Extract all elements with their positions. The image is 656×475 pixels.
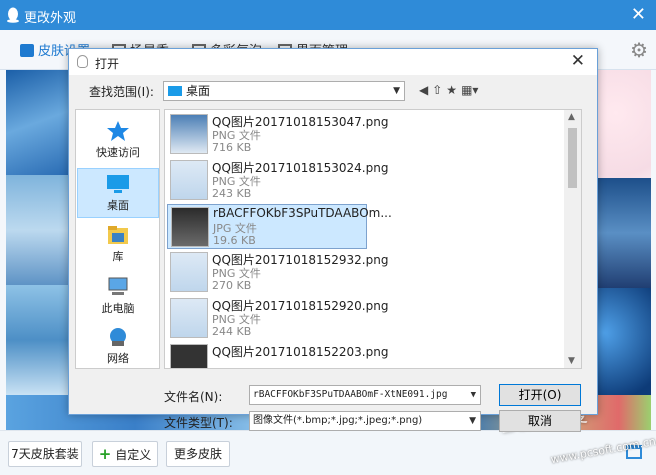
dialog-title: 打开	[95, 57, 120, 71]
look-in-select[interactable]: 桌面 ▼	[163, 81, 405, 101]
skin-suite-button[interactable]: 7天皮肤套装	[8, 441, 82, 467]
dialog-close-icon[interactable]: ✕	[571, 51, 585, 71]
file-thumbnail	[171, 207, 209, 247]
more-skins-button[interactable]: 更多皮肤	[166, 441, 230, 467]
file-thumbnail	[170, 344, 208, 368]
filetype-value: 图像文件(*.bmp;*.jpg;*.jpeg;*.png)	[253, 415, 423, 426]
skin-thumbnail[interactable]	[6, 70, 68, 175]
file-thumbnail	[170, 252, 208, 292]
view-menu-icon[interactable]: ▦▾	[461, 83, 478, 97]
place-this-pc[interactable]: 此电脑	[77, 272, 159, 322]
network-icon	[110, 328, 126, 346]
place-label: 此电脑	[101, 302, 135, 315]
look-in-label: 查找范围(I):	[89, 85, 154, 99]
place-label: 桌面	[107, 199, 129, 212]
chevron-down-icon: ▼	[393, 86, 400, 96]
place-label: 网络	[107, 352, 129, 365]
filename-value: rBACFFOKbF3SPuTDAABOmF-XtNE091.jpg	[253, 389, 448, 400]
file-thumbnail	[170, 114, 208, 154]
chevron-down-icon: ▼	[469, 416, 476, 426]
cancel-button[interactable]: 取消	[499, 410, 581, 432]
places-bar: 快速访问 桌面 库 此电脑 网络	[75, 109, 160, 369]
place-desktop[interactable]: 桌面	[77, 168, 159, 218]
file-thumbnail	[170, 298, 208, 338]
file-size: 244 KB	[212, 325, 252, 338]
scroll-up-icon[interactable]: ▲	[568, 112, 575, 122]
dialog-titlebar: 打开 ✕	[69, 49, 597, 75]
dialog-toolbar: ◀ ⇧ ★ ▦▾	[419, 83, 482, 97]
filetype-label: 文件类型(T):	[164, 416, 233, 430]
place-library[interactable]: 库	[77, 220, 159, 270]
up-folder-icon[interactable]: ⇧	[432, 83, 442, 97]
place-label: 库	[112, 250, 124, 263]
shirt-icon	[20, 44, 34, 57]
file-name: QQ图片20171018152203.png	[212, 345, 389, 359]
open-file-dialog: 打开 ✕ 查找范围(I): 桌面 ▼ ◀ ⇧ ★ ▦▾ 快速访问 桌面 库 此电…	[68, 48, 598, 432]
look-in-value: 桌面	[186, 84, 211, 98]
close-icon[interactable]: ✕	[631, 4, 646, 25]
file-thumbnail	[170, 160, 208, 200]
back-icon[interactable]: ◀	[419, 83, 428, 97]
gear-icon[interactable]: ⚙	[630, 38, 648, 62]
skin-thumbnail[interactable]	[6, 175, 68, 285]
file-list: QQ图片20171018153047.png PNG 文件 716 KB QQ图…	[164, 109, 582, 369]
file-item[interactable]: QQ图片20171018152203.png	[167, 342, 388, 368]
file-item[interactable]: QQ图片20171018153024.png PNG 文件 243 KB	[167, 158, 388, 203]
qq-penguin-icon	[77, 55, 88, 68]
scrollbar-thumb[interactable]	[568, 128, 577, 188]
file-item[interactable]: QQ图片20171018152920.png PNG 文件 244 KB	[167, 296, 388, 341]
skin-window-titlebar: 更改外观 ✕	[0, 0, 656, 30]
skin-thumbnail[interactable]	[6, 285, 68, 395]
new-folder-icon[interactable]: ★	[446, 83, 457, 97]
dialog-body: 查找范围(I): 桌面 ▼ ◀ ⇧ ★ ▦▾ 快速访问 桌面 库 此电脑 网络 …	[69, 75, 597, 432]
file-item-selected[interactable]: rBACFFOKbF3SPuTDAABOm... JPG 文件 19.6 KB	[167, 204, 392, 249]
file-name: rBACFFOKbF3SPuTDAABOm...	[213, 206, 392, 220]
computer-icon	[108, 277, 128, 295]
desktop-folder-icon	[168, 86, 182, 96]
file-size: 19.6 KB	[213, 234, 256, 247]
qq-logo-icon	[7, 7, 19, 23]
file-item[interactable]: QQ图片20171018153047.png PNG 文件 716 KB	[167, 112, 388, 157]
place-label: 快速访问	[96, 146, 140, 159]
library-icon	[108, 226, 128, 244]
file-size: 270 KB	[212, 279, 252, 292]
filename-label: 文件名(N):	[164, 390, 223, 404]
star-icon	[107, 121, 129, 141]
custom-skin-button[interactable]: + 自定义	[92, 441, 158, 467]
file-size: 716 KB	[212, 141, 252, 154]
scroll-down-icon[interactable]: ▼	[568, 356, 575, 366]
skin-window-title: 更改外观	[24, 11, 77, 26]
file-list-scrollbar[interactable]: ▲ ▼	[564, 110, 581, 368]
place-network[interactable]: 网络	[77, 322, 159, 372]
file-size: 243 KB	[212, 187, 252, 200]
place-quick-access[interactable]: 快速访问	[77, 116, 159, 166]
filename-input[interactable]: rBACFFOKbF3SPuTDAABOmF-XtNE091.jpg ▼	[249, 385, 481, 405]
desktop-icon	[107, 175, 129, 193]
plus-icon: +	[98, 445, 112, 463]
filetype-select[interactable]: 图像文件(*.bmp;*.jpg;*.jpeg;*.png) ▼	[249, 411, 481, 431]
custom-skin-label: 自定义	[115, 448, 152, 462]
file-item[interactable]: QQ图片20171018152932.png PNG 文件 270 KB	[167, 250, 388, 295]
chevron-down-icon: ▼	[470, 390, 476, 400]
open-button[interactable]: 打开(O)	[499, 384, 581, 406]
